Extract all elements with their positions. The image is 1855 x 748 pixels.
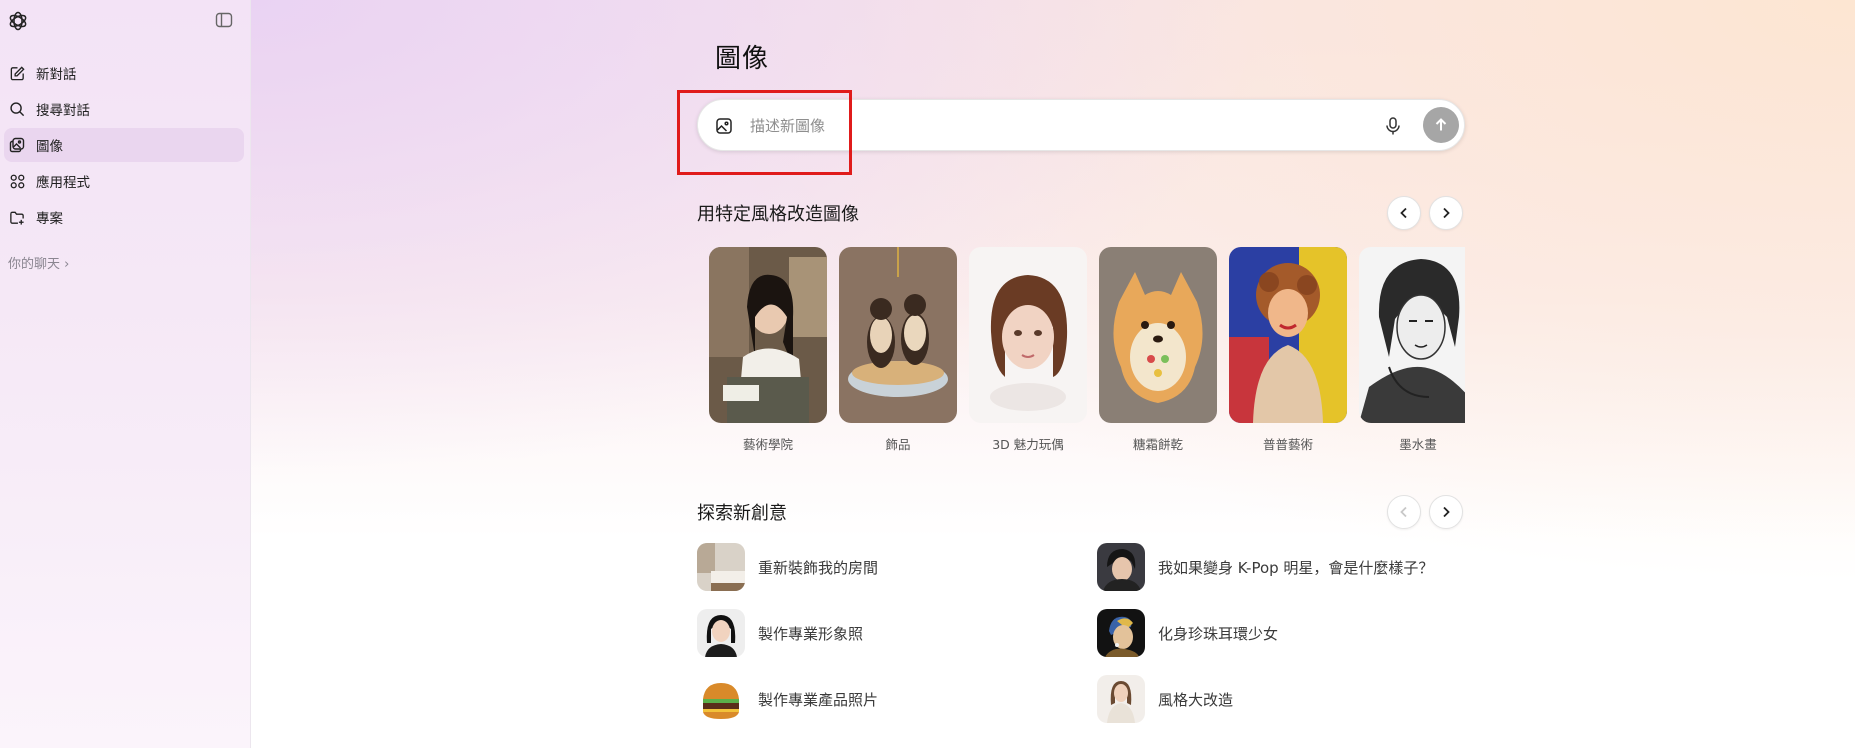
- idea-item-professional-headshot[interactable]: 製作專業形象照: [697, 609, 863, 657]
- idea-item-redecorate-room[interactable]: 重新裝飾我的房間: [697, 543, 878, 591]
- annotation-highlight-box: [677, 90, 852, 175]
- style-card-ink-drawing[interactable]: 墨水畫: [1359, 247, 1465, 453]
- styles-next-button[interactable]: [1429, 196, 1463, 230]
- style-label: 藝術學院: [742, 437, 793, 452]
- style-label: 糖霜餅乾: [1132, 437, 1183, 452]
- sidebar-item-label: 新對話: [36, 67, 77, 83]
- idea-thumbnail-image: [1097, 609, 1145, 657]
- sidebar-item-new-chat[interactable]: 新對話: [4, 56, 244, 90]
- style-carousel: 藝術學院 飾品 3D 魅力玩偶 糖霜餅乾 普普藝術 墨水畫: [709, 247, 1465, 457]
- style-card-ornament[interactable]: 飾品: [839, 247, 957, 453]
- sidebar-item-label: 專案: [36, 211, 63, 227]
- idea-text: 製作專業形象照: [758, 624, 864, 643]
- ideas-section-title: 探索新創意: [697, 503, 787, 524]
- sidebar: 新對話 搜尋對話 圖像 應用程式 專案 你的聊天 ›: [0, 0, 251, 748]
- idea-text: 化身珍珠耳環少女: [1158, 624, 1279, 643]
- page-title: 圖像: [715, 44, 770, 74]
- style-card-3d-doll[interactable]: 3D 魅力玩偶: [969, 247, 1087, 453]
- send-button[interactable]: [1423, 107, 1459, 143]
- style-thumbnail-image: [969, 247, 1087, 423]
- idea-item-kpop-star[interactable]: 我如果變身 K-Pop 明星，會是什麼樣子？: [1097, 543, 1433, 591]
- idea-text: 我如果變身 K-Pop 明星，會是什麼樣子？: [1158, 558, 1434, 577]
- chevron-left-icon: [1400, 506, 1407, 518]
- style-card-art-school[interactable]: 藝術學院: [709, 247, 827, 453]
- sidebar-item-label: 搜尋對話: [36, 103, 90, 119]
- style-card-pop-art[interactable]: 普普藝術: [1229, 247, 1347, 453]
- style-thumbnail-image: [1359, 247, 1465, 423]
- style-label: 普普藝術: [1262, 437, 1313, 452]
- idea-item-pearl-earring[interactable]: 化身珍珠耳環少女: [1097, 609, 1278, 657]
- styles-prev-button[interactable]: [1387, 196, 1421, 230]
- folder-plus-icon: [8, 208, 26, 226]
- idea-thumbnail-image: [697, 675, 745, 723]
- sidebar-item-label: 應用程式: [36, 175, 90, 191]
- edit-icon: [8, 64, 26, 82]
- apps-grid-icon: [8, 172, 26, 190]
- sidebar-item-search[interactable]: 搜尋對話: [4, 92, 244, 126]
- idea-text: 重新裝飾我的房間: [758, 558, 879, 577]
- style-thumbnail-image: [1229, 247, 1347, 423]
- chevron-right-icon: [1443, 207, 1450, 219]
- style-thumbnail-image: [839, 247, 957, 423]
- arrow-up-icon: [1435, 118, 1447, 131]
- styles-section-title: 用特定風格改造圖像: [697, 204, 859, 225]
- idea-thumbnail-image: [697, 609, 745, 657]
- microphone-icon[interactable]: [1382, 115, 1404, 137]
- idea-item-style-makeover[interactable]: 風格大改造: [1097, 675, 1233, 723]
- idea-thumbnail-image: [1097, 675, 1145, 723]
- style-label: 飾品: [885, 437, 911, 452]
- ideas-next-button[interactable]: [1429, 495, 1463, 529]
- sidebar-item-images[interactable]: 圖像: [4, 128, 244, 162]
- style-card-frosted-cookie[interactable]: 糖霜餅乾: [1099, 247, 1217, 453]
- chevron-left-icon: [1400, 207, 1407, 219]
- openai-logo-icon[interactable]: [6, 9, 30, 33]
- idea-item-product-photo[interactable]: 製作專業產品照片: [697, 675, 878, 723]
- sidebar-item-label: 圖像: [36, 139, 63, 155]
- style-thumbnail-image: [1099, 247, 1217, 423]
- style-thumbnail-image: [709, 247, 827, 423]
- sidebar-item-projects[interactable]: 專案: [4, 200, 244, 234]
- chevron-right-icon: [1443, 506, 1450, 518]
- sidebar-item-apps[interactable]: 應用程式: [4, 164, 244, 198]
- search-icon: [8, 100, 26, 118]
- idea-thumbnail-image: [697, 543, 745, 591]
- idea-thumbnail-image: [1097, 543, 1145, 591]
- style-label: 墨水畫: [1399, 437, 1437, 452]
- images-icon: [8, 136, 26, 154]
- sidebar-toggle-icon[interactable]: [214, 10, 234, 30]
- your-chats-toggle[interactable]: 你的聊天 ›: [8, 253, 69, 272]
- style-label: 3D 魅力玩偶: [992, 437, 1064, 452]
- idea-text: 風格大改造: [1158, 690, 1234, 709]
- idea-text: 製作專業產品照片: [758, 690, 879, 709]
- ideas-prev-button[interactable]: [1387, 495, 1421, 529]
